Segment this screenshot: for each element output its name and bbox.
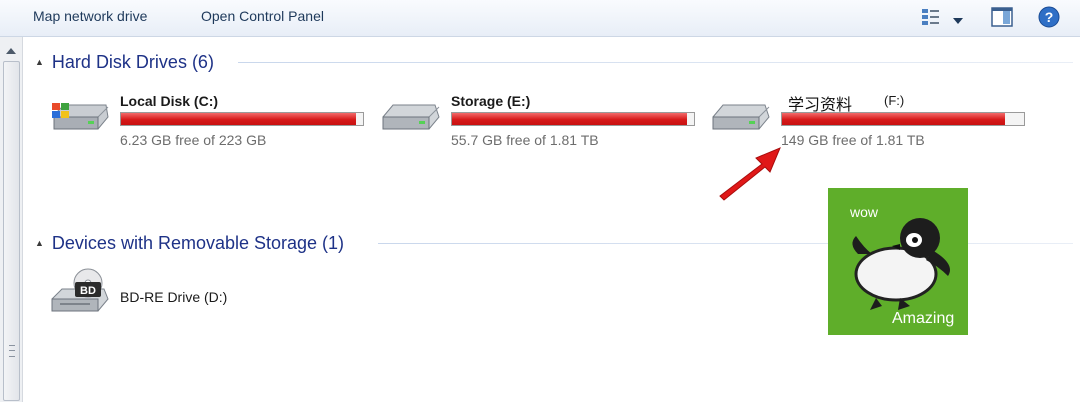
drive-item-c[interactable]: Local Disk (C:) 6.23 GB free of 223 GB — [48, 89, 368, 149]
sticker-bottom-text: Amazing — [892, 310, 955, 327]
command-bar: Map network drive Open Control Panel ? — [0, 0, 1080, 37]
capacity-bar-fill — [121, 113, 356, 125]
capacity-bar — [451, 112, 695, 126]
scroll-grip-icon — [9, 345, 15, 357]
drive-name: Local Disk (C:) — [120, 93, 219, 109]
penguin-icon — [852, 218, 950, 310]
group-divider — [378, 243, 1073, 244]
drive-letter: (F:) — [884, 93, 905, 108]
collapse-triangle-icon[interactable]: ▲ — [35, 238, 44, 248]
drive-free-space: 149 GB free of 1.81 TB — [781, 132, 925, 148]
view-options-icon[interactable] — [920, 7, 942, 32]
capacity-bar-fill — [452, 113, 687, 125]
open-control-panel-button[interactable]: Open Control Panel — [201, 8, 324, 24]
preview-pane-icon[interactable] — [990, 6, 1014, 33]
drive-free-space: 6.23 GB free of 223 GB — [120, 132, 267, 148]
group-title: Hard Disk Drives (6) — [51, 51, 214, 72]
hard-drive-icon — [709, 93, 771, 137]
collapse-triangle-icon[interactable]: ▲ — [35, 57, 44, 67]
vertical-scrollbar[interactable] — [0, 37, 23, 402]
red-arrow-icon — [719, 147, 781, 201]
drive-name: BD-RE Drive (D:) — [120, 289, 228, 305]
hard-drive-icon — [379, 93, 441, 137]
group-title: Devices with Removable Storage (1) — [51, 232, 345, 253]
svg-text:?: ? — [1045, 9, 1054, 25]
drive-item-d[interactable]: BD BD-RE Drive (D:) — [48, 265, 368, 325]
bd-drive-icon: BD — [48, 265, 110, 321]
group-header-hard-disk[interactable]: ▲ Hard Disk Drives (6) — [35, 50, 214, 74]
capacity-bar-fill — [782, 113, 1005, 125]
scroll-thumb[interactable] — [3, 61, 20, 401]
windows-hard-drive-icon — [48, 93, 110, 137]
scroll-up-arrow-icon[interactable] — [4, 43, 18, 54]
group-header-removable[interactable]: ▲ Devices with Removable Storage (1) — [35, 231, 344, 255]
capacity-bar — [120, 112, 364, 126]
help-icon[interactable]: ? — [1037, 5, 1061, 34]
drive-item-e[interactable]: Storage (E:) 55.7 GB free of 1.81 TB — [379, 89, 699, 149]
map-network-drive-button[interactable]: Map network drive — [33, 8, 147, 24]
penguin-sticker: wow Amazing — [828, 188, 968, 335]
drive-free-space: 55.7 GB free of 1.81 TB — [451, 132, 599, 148]
capacity-bar — [781, 112, 1025, 126]
drive-name: Storage (E:) — [451, 93, 531, 109]
view-dropdown-icon[interactable] — [952, 12, 964, 30]
bd-badge: BD — [80, 285, 96, 297]
group-divider — [238, 62, 1073, 63]
